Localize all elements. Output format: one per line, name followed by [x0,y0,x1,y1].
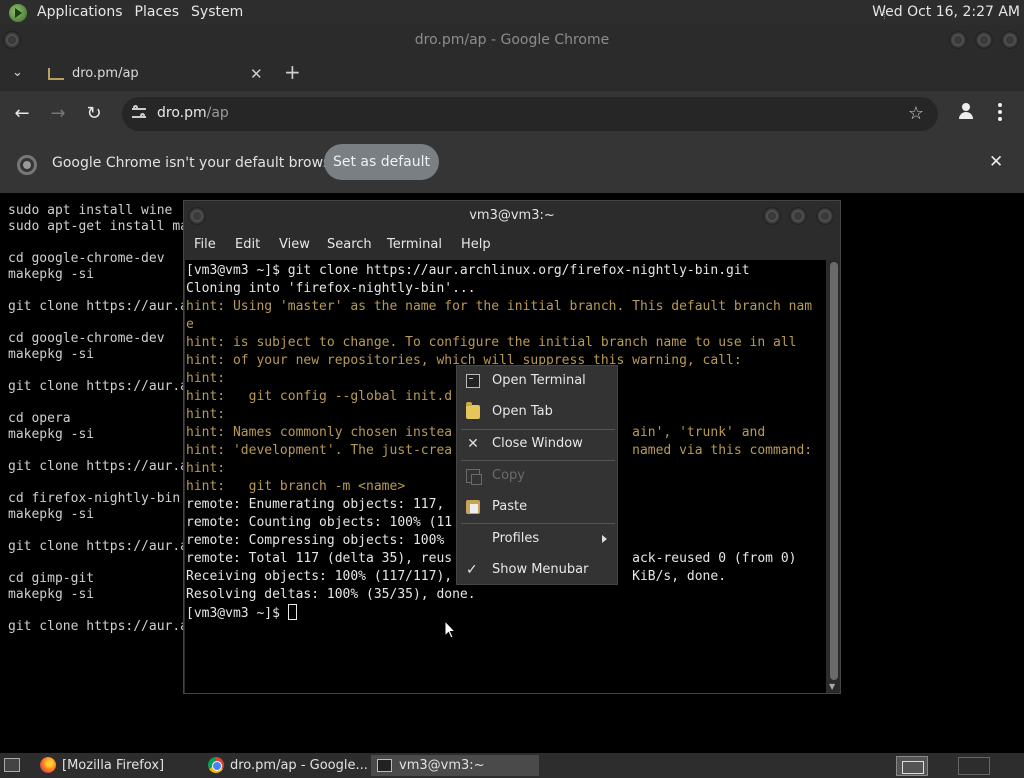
applications-icon[interactable] [9,3,27,22]
menu-item-profiles[interactable]: Profiles [457,526,617,552]
terminal-line: Resolving deltas: 100% (35/35), done. [186,587,476,602]
tab-search-chevron-icon[interactable]: ⌄ [12,65,23,80]
terminal-scrollbar[interactable]: ▼ [828,260,840,693]
copy-icon [466,469,482,485]
terminal-icon [466,374,480,388]
terminal-window-menu-button[interactable] [188,207,206,225]
chrome-window: dro.pm/ap - Google Chrome ⌄ dro.pm/ap ✕ … [0,25,1024,193]
menu-separator [461,460,615,461]
terminal-close-button[interactable] [816,207,834,225]
task-firefox[interactable]: [Mozilla Firefox] [34,755,194,776]
chrome-icon [208,757,224,773]
window-menu-button[interactable] [3,31,21,49]
menu-kebab-icon[interactable] [998,103,1002,124]
terminal-prompt: [vm3@vm3 ~]$ [186,604,826,623]
menu-places[interactable]: Places [129,0,186,25]
back-arrow-icon[interactable]: ← [12,103,32,124]
submenu-arrow-icon [602,535,607,543]
url-text: dro.pm/ap [157,105,229,121]
terminal-menu-search[interactable]: Search [327,237,372,252]
close-window-button[interactable] [1001,31,1019,49]
terminal-line: hint: Using 'master' as the name for the… [186,299,813,314]
terminal-menu-file[interactable]: File [194,237,216,252]
scrollbar-thumb[interactable] [830,262,838,680]
terminal-icon [377,759,392,772]
folder-icon [466,402,480,419]
menu-item-open-terminal[interactable]: Open Terminal [457,368,617,394]
window-title: dro.pm/ap - Google Chrome [414,32,610,48]
terminal-menubar: File Edit View Search Terminal Help [184,231,840,259]
terminal-line: Cloning into 'firefox-nightly-bin'... [186,281,476,296]
maximize-button[interactable] [975,31,993,49]
bookmark-star-icon[interactable]: ☆ [908,103,924,124]
menu-separator [461,523,615,524]
favicon-icon [48,68,64,80]
task-chrome[interactable]: dro.pm/ap - Google... [202,755,368,776]
tab-close-icon[interactable]: ✕ [250,57,263,91]
menu-item-close-window[interactable]: ✕ Close Window [457,431,617,457]
toolbar: ← → ↻ dro.pm/ap ☆ [0,91,1024,139]
profile-icon[interactable] [956,101,976,121]
scroll-down-arrow-icon[interactable]: ▼ [829,682,835,691]
terminal-title: vm3@vm3:~ [469,208,555,223]
terminal-line: e [186,317,194,332]
tab-title: dro.pm/ap [72,66,139,81]
workspace-2[interactable] [958,757,990,775]
infobar-close-icon[interactable]: ✕ [989,152,1003,172]
tab-strip: ⌄ dro.pm/ap ✕ + [0,55,1024,91]
terminal-menu-help[interactable]: Help [461,237,491,252]
new-tab-plus-icon[interactable]: + [284,60,301,84]
default-browser-infobar: Google Chrome isn't your default browser… [0,139,1024,193]
menu-item-open-tab[interactable]: Open Tab [457,399,617,425]
task-terminal[interactable]: vm3@vm3:~ [371,755,539,776]
close-icon: ✕ [467,436,479,452]
terminal-menu-view[interactable]: View [279,237,310,252]
chrome-logo-icon [17,155,37,175]
clock[interactable]: Wed Oct 16, 2:27 AM [872,0,1020,25]
menu-item-copy[interactable]: Copy [457,463,617,489]
bottom-taskbar: [Mozilla Firefox] dro.pm/ap - Google... … [0,753,1024,778]
reload-icon[interactable]: ↻ [84,103,104,124]
infobar-message: Google Chrome isn't your default browser [52,155,345,171]
address-bar[interactable]: dro.pm/ap ☆ [122,97,938,131]
check-icon: ✓ [466,562,478,578]
page-content-text: sudo apt install wine sudo apt-get insta… [0,193,184,753]
terminal-cursor [287,604,297,620]
terminal-context-menu: Open Terminal Open Tab ✕ Close Window Co… [456,365,618,585]
terminal-line: [vm3@vm3 ~]$ git clone https://aur.archl… [186,263,750,278]
workspace-1[interactable] [896,756,928,776]
terminal-menu-terminal[interactable]: Terminal [387,237,442,252]
chrome-titlebar[interactable]: dro.pm/ap - Google Chrome [0,25,1024,55]
menu-applications[interactable]: Applications [31,0,129,25]
terminal-menu-edit[interactable]: Edit [235,237,260,252]
tab-dro-pm[interactable]: dro.pm/ap ✕ [34,57,272,91]
set-as-default-button[interactable]: Set as default [324,144,439,180]
menu-separator [461,429,615,430]
terminal-minimize-button[interactable] [763,207,781,225]
terminal-line: hint: is subject to change. To configure… [186,335,797,350]
show-desktop-icon[interactable] [4,758,20,772]
menu-system[interactable]: System [185,0,249,25]
forward-arrow-icon[interactable]: → [48,103,68,124]
paste-icon [466,500,480,514]
minimize-button[interactable] [949,31,967,49]
menu-item-paste[interactable]: Paste [457,494,617,520]
menu-item-show-menubar[interactable]: ✓ Show Menubar [457,557,617,583]
site-info-icon[interactable] [132,105,148,121]
terminal-titlebar[interactable]: vm3@vm3:~ [184,201,840,231]
firefox-icon [40,757,56,773]
top-panel: Applications Places System Wed Oct 16, 2… [0,0,1024,25]
terminal-maximize-button[interactable] [789,207,807,225]
